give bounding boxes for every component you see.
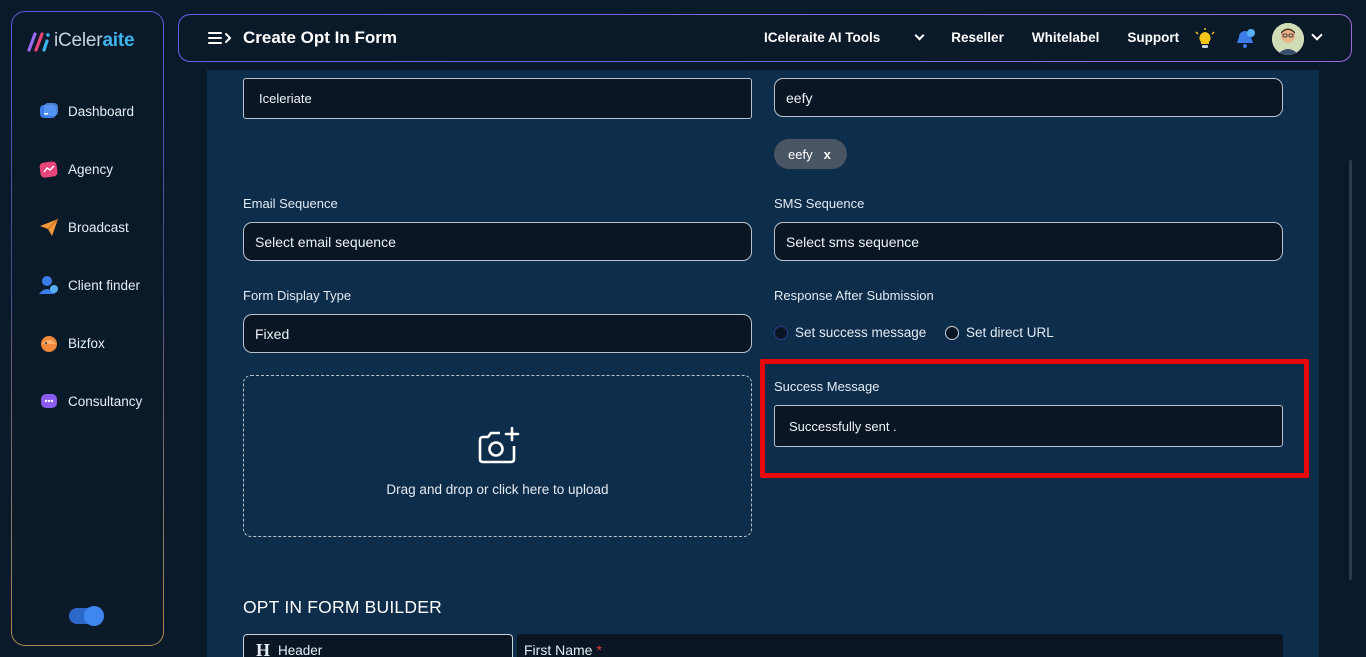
radio-selected-icon[interactable] xyxy=(774,325,788,340)
notification-icon[interactable] xyxy=(1233,27,1257,51)
remove-tag-icon[interactable]: x xyxy=(824,147,831,162)
radio-success-message[interactable]: Set success message xyxy=(774,325,926,340)
scrollbar[interactable] xyxy=(1349,160,1352,580)
menu-toggle-icon[interactable] xyxy=(208,30,232,46)
radio-success-label: Set success message xyxy=(795,325,927,340)
response-after-submission-label: Response After Submission xyxy=(774,288,934,303)
display-type-label: Form Display Type xyxy=(243,288,352,303)
highlight-box xyxy=(760,359,1309,478)
dashboard-icon xyxy=(40,103,58,118)
sidebar-item-label: Bizfox xyxy=(68,335,105,351)
sidebar-item-label: Dashboard xyxy=(68,103,135,119)
lightbulb-icon[interactable] xyxy=(1193,27,1217,51)
add-photo-icon xyxy=(478,426,520,464)
sidebar-item-client-finder[interactable]: Client finder xyxy=(12,256,163,314)
email-sequence-label: Email Sequence xyxy=(243,196,338,211)
first-name-label: First Name xyxy=(524,642,593,657)
sms-sequence-select[interactable]: Select sms sequence xyxy=(774,222,1283,261)
display-type-select[interactable]: Fixed xyxy=(243,314,752,353)
tag-chip: eefy x xyxy=(774,139,847,169)
top-header: Create Opt In Form ICeleraite AI Tools R… xyxy=(178,14,1352,62)
upload-instructions: Drag and drop or click here to upload xyxy=(386,482,609,497)
sidebar-item-label: Agency xyxy=(68,161,114,177)
consultancy-icon xyxy=(41,394,57,408)
builder-header-item[interactable]: H Header xyxy=(243,634,513,657)
heading-icon: H xyxy=(256,640,271,657)
radio-url-label: Set direct URL xyxy=(966,325,1054,340)
page-title: Create Opt In Form xyxy=(243,28,397,47)
logo-mark-icon xyxy=(27,32,50,52)
email-sequence-select[interactable]: Select email sequence xyxy=(243,222,752,261)
upload-dropzone[interactable]: Drag and drop or click here to upload xyxy=(243,375,752,537)
sidebar-item-bizfox[interactable]: Bizfox xyxy=(12,314,163,372)
ai-tools-label: ICeleraite AI Tools xyxy=(764,30,881,45)
bizfox-icon xyxy=(41,336,57,352)
sidebar-item-dashboard[interactable]: Dashboard xyxy=(12,82,163,140)
chevron-down-icon xyxy=(914,30,925,41)
tag-chip-label: eefy xyxy=(788,146,813,162)
sidebar-item-agency[interactable]: Agency xyxy=(12,140,163,198)
sidebar-nav: Dashboard Agency Broadcast Client finder… xyxy=(12,82,163,430)
sms-sequence-label: SMS Sequence xyxy=(774,196,865,211)
required-mark: * xyxy=(596,642,602,657)
agency-icon xyxy=(39,161,58,178)
sidebar: iCeleraite Dashboard Agency Broadcast Cl… xyxy=(11,11,164,646)
builder-first-name-field[interactable]: First Name * xyxy=(517,634,1283,657)
broadcast-icon xyxy=(40,218,59,236)
theme-toggle[interactable] xyxy=(69,606,104,626)
tag-input[interactable]: eefy xyxy=(774,78,1283,117)
sidebar-item-consultancy[interactable]: Consultancy xyxy=(12,372,163,430)
radio-direct-url[interactable]: Set direct URL xyxy=(945,325,1054,340)
support-link[interactable]: Support xyxy=(1127,30,1179,45)
brand-logo[interactable]: iCeleraite xyxy=(26,28,135,54)
reseller-link[interactable]: Reseller xyxy=(951,30,1004,45)
user-avatar[interactable] xyxy=(1272,23,1304,55)
whitelabel-link[interactable]: Whitelabel xyxy=(1032,30,1100,45)
form-builder-title: OPT IN FORM BUILDER xyxy=(243,597,442,617)
top-nav: ICeleraite AI Tools Reseller Whitelabel … xyxy=(764,30,1207,45)
ai-tools-dropdown[interactable]: ICeleraite AI Tools xyxy=(764,30,925,45)
radio-unselected-icon[interactable] xyxy=(945,325,959,340)
brand-name: iCeleraite xyxy=(54,30,135,51)
client-finder-icon xyxy=(39,276,58,294)
sidebar-item-label: Consultancy xyxy=(68,393,143,409)
sidebar-item-label: Client finder xyxy=(68,277,141,293)
sidebar-item-label: Broadcast xyxy=(68,219,129,235)
builder-header-label: Header xyxy=(278,643,323,657)
avatar-icon xyxy=(1272,23,1304,55)
user-menu-chevron-icon[interactable] xyxy=(1311,29,1323,41)
sidebar-item-broadcast[interactable]: Broadcast xyxy=(12,198,163,256)
form-name-input[interactable]: Iceleriate xyxy=(243,78,752,119)
